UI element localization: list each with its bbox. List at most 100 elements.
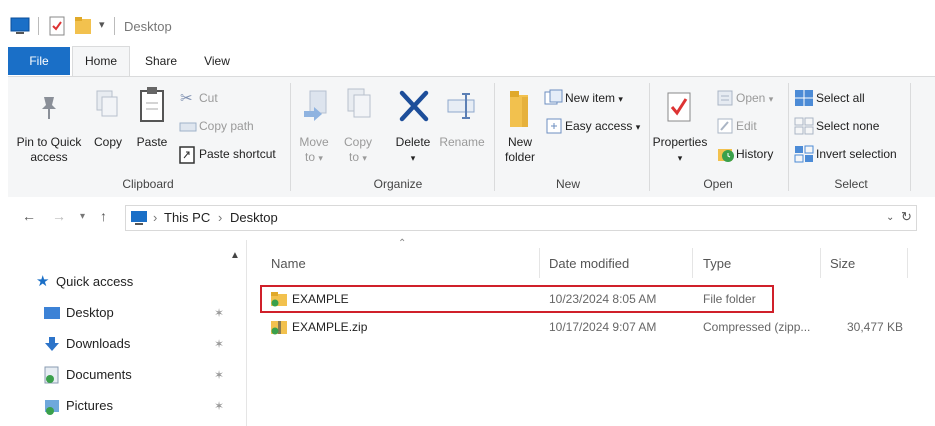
new-group-label: New (555, 177, 580, 191)
tab-file[interactable]: File (8, 47, 70, 75)
easy-access-button[interactable]: Easy access ▾ (565, 119, 640, 135)
properties-large-icon (667, 92, 691, 122)
copy-to-button[interactable]: Copy to ▾ (340, 135, 376, 166)
column-separator[interactable] (692, 248, 693, 278)
new-folder-icon (510, 91, 528, 127)
rename-icon (447, 93, 475, 119)
pin-to-quick-access-button[interactable]: Pin to Quick access (12, 135, 86, 165)
refresh-icon[interactable]: ↻ (901, 209, 912, 225)
history-button[interactable]: History (736, 147, 773, 162)
delete-label: Delete (395, 135, 431, 149)
new-folder-button[interactable]: New folder (498, 135, 542, 165)
column-separator[interactable] (907, 248, 908, 278)
delete-icon (399, 90, 429, 122)
copy-path-icon (179, 122, 197, 132)
group-separator (788, 83, 789, 191)
new-item-label: New item (565, 91, 616, 105)
documents-icon (44, 366, 59, 384)
nav-item-desktop[interactable]: Desktop (66, 305, 114, 320)
breadcrumb-this-pc[interactable]: This PC (164, 210, 210, 225)
copy-button[interactable]: Copy (90, 135, 126, 150)
tab-view[interactable]: View (194, 47, 240, 75)
pin-icon[interactable]: ✶ (214, 368, 224, 382)
column-header-name[interactable]: Name (271, 256, 306, 271)
copy-path-button[interactable]: Copy path (199, 119, 254, 134)
pin-icon[interactable]: ✶ (214, 306, 224, 320)
properties-button[interactable]: Properties ▾ (650, 135, 710, 166)
open-icon (717, 90, 733, 106)
properties-label: Properties (652, 135, 708, 149)
open-label: Open (736, 91, 766, 105)
delete-button[interactable]: Delete ▾ (388, 135, 438, 166)
scroll-up-icon[interactable]: ▲ (230, 250, 240, 261)
pin-icon (42, 97, 56, 119)
qat-separator (38, 17, 39, 35)
edit-icon (717, 118, 733, 134)
column-header-size[interactable]: Size (830, 256, 855, 271)
paste-icon (140, 87, 164, 122)
move-to-button[interactable]: Move to ▾ (296, 135, 332, 166)
group-separator (910, 83, 911, 191)
address-dropdown-icon[interactable]: ⌄ (886, 212, 894, 223)
breadcrumb-desktop[interactable]: Desktop (230, 210, 278, 225)
open-group-label: Open (703, 177, 733, 191)
paste-button[interactable]: Paste (132, 135, 172, 150)
easy-access-icon (546, 118, 562, 134)
paste-shortcut-icon (179, 146, 195, 164)
nav-item-pictures[interactable]: Pictures (66, 398, 113, 413)
star-icon: ★ (36, 273, 50, 290)
pin-icon[interactable]: ✶ (214, 399, 224, 413)
file-type: Compressed (zipp... (703, 320, 811, 334)
file-date: 10/17/2024 9:07 AM (549, 320, 657, 334)
group-separator (290, 83, 291, 191)
copy-to-label: Copy to (343, 135, 372, 164)
select-none-button[interactable]: Select none (816, 119, 879, 134)
file-size: 30,477 KB (847, 320, 904, 334)
invert-selection-icon (794, 145, 814, 163)
history-icon (718, 149, 734, 162)
column-separator[interactable] (820, 248, 821, 278)
column-header-date[interactable]: Date modified (549, 256, 629, 271)
pin-icon[interactable]: ✶ (214, 337, 224, 351)
move-to-label: Move to (299, 135, 329, 164)
nav-item-documents[interactable]: Documents (66, 367, 132, 382)
qat-dropdown-icon[interactable]: ▾ (99, 18, 105, 31)
recent-locations-icon[interactable]: ▾ (80, 211, 85, 222)
navigation-bar: ← → ▾ ↑ › This PC › Desktop ⌄ ↻ (8, 197, 935, 239)
desktop-icon (44, 307, 60, 319)
paste-shortcut-button[interactable]: Paste shortcut (199, 147, 276, 162)
edit-button[interactable]: Edit (736, 119, 757, 134)
back-icon[interactable]: ← (22, 208, 36, 224)
folder-icon[interactable] (74, 16, 92, 36)
open-button[interactable]: Open ▾ (736, 91, 773, 107)
column-header-type[interactable]: Type (703, 256, 731, 271)
select-all-button[interactable]: Select all (816, 91, 865, 106)
properties-icon[interactable] (48, 16, 66, 36)
navigation-pane: ▲ ★ Quick access Desktop ✶ Downloads ✶ D… (8, 240, 247, 426)
pictures-icon (45, 400, 59, 415)
breadcrumb-separator: › (153, 210, 158, 225)
cut-button[interactable]: Cut (199, 91, 218, 106)
window-title: Desktop (124, 19, 172, 34)
select-group-label: Select (834, 177, 868, 191)
select-none-icon (794, 117, 814, 135)
easy-access-label: Easy access (565, 119, 633, 133)
column-separator[interactable] (539, 248, 540, 278)
new-item-button[interactable]: New item ▾ (565, 91, 623, 107)
move-to-icon (304, 90, 327, 121)
up-icon[interactable]: ↑ (100, 208, 107, 224)
monitor-icon[interactable] (10, 17, 30, 35)
tab-share[interactable]: Share (136, 47, 186, 75)
file-name[interactable]: EXAMPLE.zip (292, 320, 367, 334)
tab-home[interactable]: Home (72, 46, 130, 77)
invert-selection-button[interactable]: Invert selection (816, 147, 897, 162)
nav-quick-access[interactable]: Quick access (56, 274, 133, 289)
forward-icon[interactable]: → (52, 208, 66, 224)
highlight-box (260, 285, 774, 313)
nav-item-downloads[interactable]: Downloads (66, 336, 130, 351)
ribbon: Pin to Quick access Copy Paste ✂ Cut Cop… (8, 76, 935, 198)
group-separator (494, 83, 495, 191)
breadcrumb-separator: › (218, 210, 223, 225)
address-bar[interactable]: › This PC › Desktop ⌄ ↻ (125, 205, 917, 231)
rename-button[interactable]: Rename (438, 135, 486, 150)
